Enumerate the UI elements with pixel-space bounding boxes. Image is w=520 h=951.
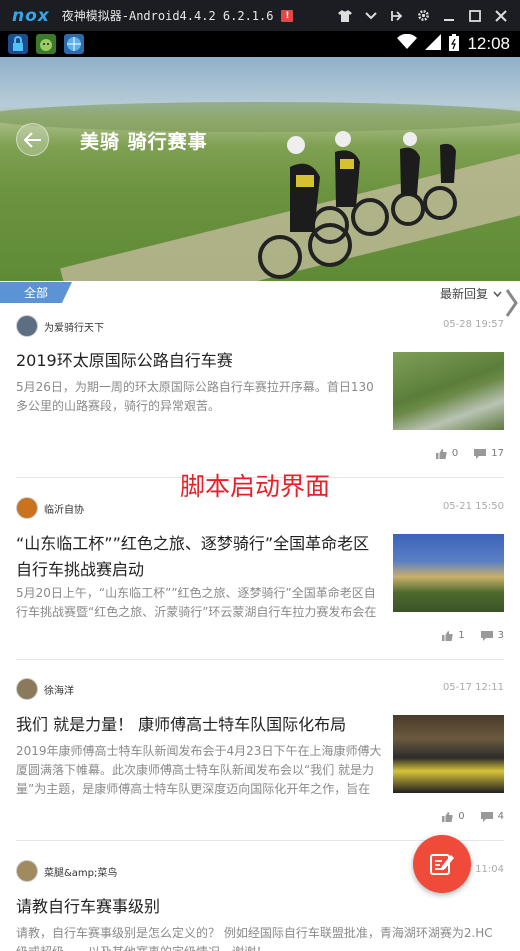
- author-name[interactable]: 为爱骑行天下: [44, 319, 104, 334]
- post-date: 4 11:04: [465, 864, 504, 875]
- android-robot-icon: [36, 34, 56, 54]
- like-count: 1: [458, 630, 465, 641]
- battery-icon: [449, 33, 460, 55]
- post-title[interactable]: “山东临工杯””红色之旅、逐梦骑行”全国革命老区自行车挑战赛启动: [16, 531, 382, 583]
- globe-app-icon: [64, 34, 84, 54]
- android-status-bar: 12:08: [0, 31, 520, 57]
- compose-post-button[interactable]: [413, 835, 471, 893]
- author-row: 徐海洋: [16, 678, 74, 700]
- hero-banner-image: 美骑 骑行赛事: [0, 57, 520, 281]
- post-card[interactable]: 临沂自协 05-21 15:50 “山东临工杯””红色之旅、逐梦骑行”全国革命老…: [0, 497, 520, 659]
- comment-stat[interactable]: 3: [480, 630, 504, 641]
- author-name[interactable]: 菜腿&amp;菜鸟: [44, 864, 117, 879]
- comment-icon: [480, 630, 493, 641]
- post-excerpt: 5月20日上午，“山东临工杯””红色之旅、逐梦骑行”全国革命老区自行车挑战赛暨“…: [16, 586, 377, 619]
- sort-dropdown[interactable]: 最新回复: [440, 285, 502, 302]
- comment-icon: [480, 811, 493, 822]
- minimize-icon[interactable]: [436, 4, 462, 28]
- pin-icon[interactable]: [384, 4, 410, 28]
- author-row: 临沂自协: [16, 497, 84, 519]
- wifi-icon: [397, 33, 418, 54]
- shirt-icon[interactable]: [332, 4, 358, 28]
- app-lock-icon: [8, 34, 28, 54]
- like-count: 0: [458, 811, 465, 822]
- like-stat[interactable]: 1: [442, 630, 465, 641]
- author-row: 菜腿&amp;菜鸟: [16, 860, 117, 882]
- comment-stat[interactable]: 17: [474, 448, 504, 459]
- like-count: 0: [451, 448, 459, 459]
- script-launch-overlay-text: 脚本启动界面: [180, 472, 331, 501]
- post-thumbnail[interactable]: [393, 534, 504, 612]
- page-title: 美骑 骑行赛事: [80, 131, 208, 153]
- post-excerpt: 2019年康师傅高士特车队新闻发布会于4月23日下午在上海康师傅大厦圆满落下帷幕…: [16, 744, 382, 796]
- comment-count: 3: [497, 630, 504, 641]
- post-divider: [16, 659, 504, 660]
- chevron-down-icon[interactable]: [358, 4, 384, 28]
- comment-count: 4: [497, 811, 504, 822]
- cyclists-illustration: [258, 131, 457, 279]
- post-card[interactable]: 徐海洋 05-17 12:11 我们 就是力量！ 康师傅高士特车队国际化布局 2…: [0, 678, 520, 840]
- side-drawer-handle[interactable]: [504, 286, 518, 320]
- post-excerpt: 5月26日，为期一周的环太原国际公路自行车赛拉开序幕。首日130多公里的山路赛段…: [16, 380, 374, 413]
- post-thumbnail[interactable]: [393, 352, 504, 430]
- post-date: 05-21 15:50: [442, 501, 504, 512]
- alert-badge[interactable]: !: [281, 9, 294, 22]
- sort-label: 最新回复: [439, 287, 488, 301]
- post-stats: 0 17: [435, 448, 504, 459]
- author-name[interactable]: 徐海洋: [44, 682, 74, 697]
- filter-all-tab[interactable]: 全部: [0, 282, 72, 303]
- post-stats: 1 3: [442, 630, 504, 641]
- post-date: 05-28 19:57: [442, 319, 504, 330]
- thumbs-up-icon: [435, 448, 447, 459]
- author-name[interactable]: 临沂自协: [44, 501, 84, 516]
- thumbs-up-icon: [442, 630, 453, 641]
- comment-icon: [474, 448, 487, 459]
- post-title[interactable]: 2019环太原国际公路自行车赛: [16, 348, 386, 374]
- comment-stat[interactable]: 4: [480, 811, 504, 822]
- like-stat[interactable]: 0: [442, 811, 465, 822]
- chevron-down-icon: [493, 291, 502, 297]
- post-thumbnail[interactable]: [393, 715, 504, 793]
- post-excerpt: 请教，自行车赛事级别是怎么定义的？ 例如经国际自行车联盟批准，青海湖环湖赛为2.…: [16, 926, 493, 951]
- post-card[interactable]: 为爱骑行天下 05-28 19:57 2019环太原国际公路自行车赛 5月26日…: [0, 315, 520, 477]
- post-date: 05-17 12:11: [442, 682, 504, 693]
- settings-gear-icon[interactable]: [410, 4, 436, 28]
- signal-icon: [425, 34, 442, 54]
- like-stat[interactable]: 0: [435, 448, 459, 459]
- nox-logo: nox: [12, 5, 50, 26]
- author-row: 为爱骑行天下: [16, 315, 104, 337]
- back-button[interactable]: [16, 123, 49, 156]
- emulator-title: 夜神模拟器-Android4.4.2 6.2.1.6: [61, 9, 274, 23]
- close-icon[interactable]: [488, 4, 514, 28]
- post-stats: 0 4: [442, 811, 504, 822]
- emulator-title-bar: nox 夜神模拟器-Android4.4.2 6.2.1.6 !: [0, 0, 520, 31]
- post-title[interactable]: 请教自行车赛事级别: [16, 894, 496, 920]
- avatar[interactable]: [16, 678, 38, 700]
- avatar[interactable]: [16, 497, 38, 519]
- post-title[interactable]: 我们 就是力量！ 康师傅高士特车队国际化布局: [16, 712, 386, 738]
- thumbs-up-icon: [442, 811, 453, 822]
- avatar[interactable]: [16, 860, 38, 882]
- comment-count: 17: [491, 448, 504, 459]
- edit-icon: [430, 854, 454, 875]
- avatar[interactable]: [16, 315, 38, 337]
- status-time: 12:08: [467, 34, 510, 53]
- filter-bar: 全部 最新回复: [0, 281, 520, 305]
- maximize-icon[interactable]: [462, 4, 488, 28]
